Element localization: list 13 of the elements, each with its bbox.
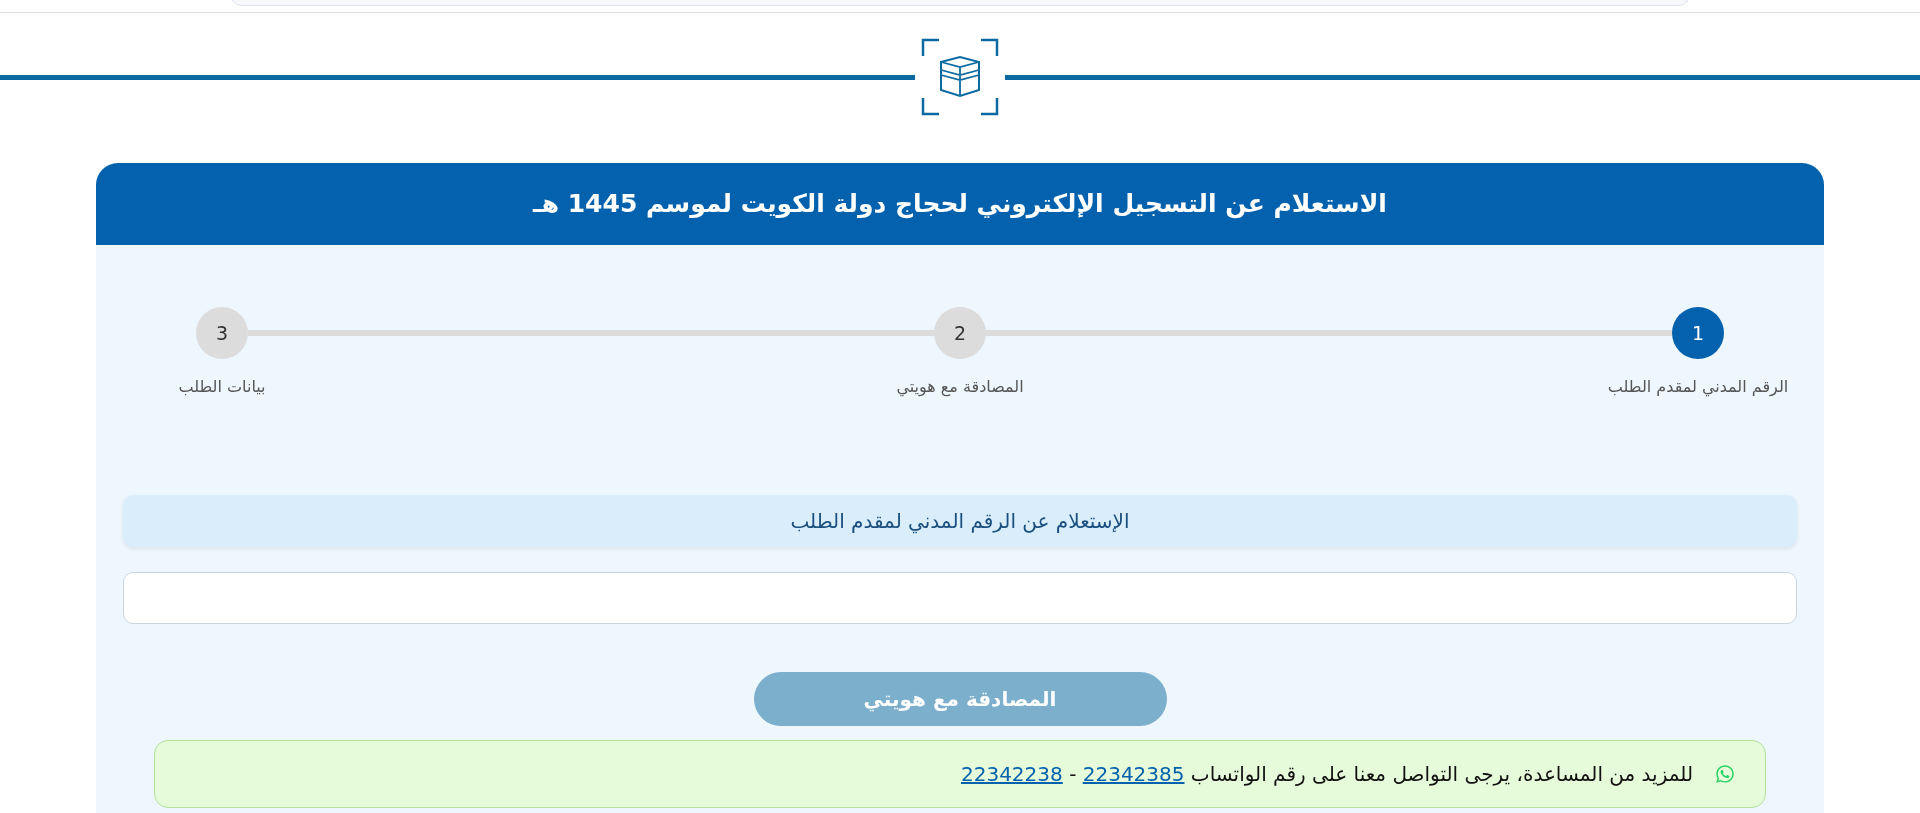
kaaba-icon — [921, 38, 999, 116]
civil-id-field[interactable] — [123, 572, 1797, 624]
step-number: 2 — [934, 307, 986, 359]
phone-link[interactable]: 22342238 — [960, 762, 1063, 786]
step-label: بيانات الطلب — [178, 376, 266, 398]
card-title: الاستعلام عن التسجيل الإلكتروني لحجاج دولة الكويت لموسم 1445 هـ — [533, 188, 1387, 221]
whatsapp-icon — [1715, 764, 1735, 784]
section-title: الإستعلام عن الرقم المدني لمقدم الطلب — [123, 495, 1797, 547]
step-number: 1 — [1672, 307, 1724, 359]
step-label: الرقم المدني لمقدم الطلب — [1607, 376, 1789, 399]
phone-link[interactable]: 22342385 — [1082, 762, 1185, 786]
step-number: 3 — [196, 307, 248, 359]
step-label: المصادقة مع هويتي — [896, 376, 1024, 399]
